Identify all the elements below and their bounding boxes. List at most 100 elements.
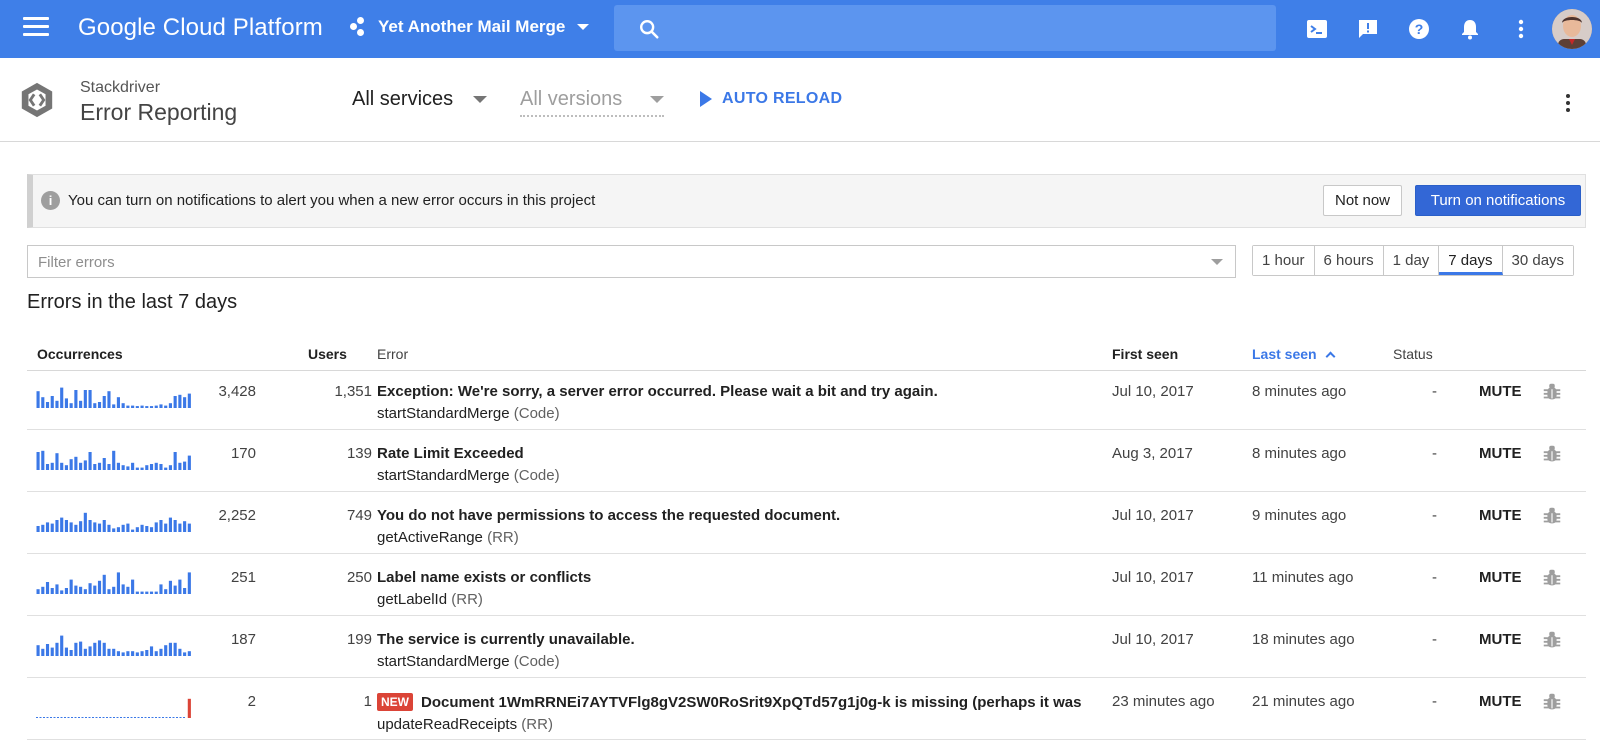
bug-icon[interactable] — [1541, 443, 1563, 465]
cloud-shell-icon[interactable] — [1305, 17, 1329, 41]
mute-button[interactable]: MUTE — [1479, 507, 1522, 524]
sparkline-bar — [45, 522, 50, 532]
notifications-bell-icon[interactable] — [1458, 17, 1482, 41]
table-row[interactable]: 2 1 NEW Document 1WmRRNEi7AYTVFlg8gV2SW0R… — [27, 678, 1586, 740]
sparkline-bar — [187, 572, 191, 594]
versions-selected: All versions — [520, 88, 623, 110]
error-title[interactable]: Rate Limit Exceeded — [377, 445, 1117, 462]
mute-button[interactable]: MUTE — [1479, 445, 1522, 462]
search-input[interactable] — [674, 13, 1264, 43]
range-option[interactable]: 1 hour — [1253, 246, 1315, 275]
sparkline-bar — [93, 464, 97, 470]
mute-button[interactable]: MUTE — [1479, 383, 1522, 400]
help-icon[interactable]: ? — [1407, 17, 1431, 41]
error-cell[interactable]: Rate Limit Exceeded startStandardMerge (… — [377, 445, 1117, 484]
bug-icon[interactable] — [1541, 505, 1563, 527]
sparkline-bar — [173, 642, 177, 656]
filter-errors-box[interactable] — [27, 245, 1236, 278]
bug-icon[interactable] — [1541, 381, 1563, 403]
sparkline-bar — [69, 650, 73, 656]
versions-dropdown[interactable]: All versions — [520, 88, 665, 117]
sparkline-bar — [178, 648, 182, 656]
project-name: Yet Another Mail Merge — [378, 17, 566, 36]
not-now-button[interactable]: Not now — [1323, 185, 1402, 216]
brand-title[interactable]: Google Cloud Platform — [78, 14, 323, 42]
error-cell[interactable]: NEW Document 1WmRRNEi7AYTVFlg8gV2SW0RoSri… — [377, 693, 1117, 733]
table-row[interactable]: 2,252 749 You do not have permissions to… — [27, 492, 1586, 554]
error-cell[interactable]: Label name exists or conflicts getLabelI… — [377, 569, 1117, 608]
col-error: Error — [377, 346, 409, 362]
bug-icon[interactable] — [1541, 691, 1563, 713]
more-vert-icon[interactable] — [1509, 17, 1533, 41]
range-option[interactable]: 6 hours — [1314, 246, 1384, 275]
auto-reload-button[interactable]: AUTO RELOAD — [700, 90, 842, 108]
sparkline-bar — [79, 400, 83, 408]
sparkline-bar — [74, 524, 78, 532]
sparkline-bar — [102, 458, 106, 470]
error-title[interactable]: You do not have permissions to access th… — [377, 507, 1117, 524]
error-title[interactable]: Exception: We're sorry, a server error o… — [377, 383, 1117, 400]
mute-button[interactable]: MUTE — [1479, 569, 1522, 586]
col-last-seen[interactable]: Last seen — [1252, 346, 1336, 362]
bug-icon[interactable] — [1541, 629, 1563, 651]
page-more-icon[interactable] — [1566, 94, 1572, 114]
source-tag: (Code) — [513, 467, 560, 484]
filter-dropdown-icon[interactable] — [1211, 259, 1223, 265]
user-avatar[interactable] — [1552, 9, 1592, 49]
table-row[interactable]: 251 250 Label name exists or conflicts g… — [27, 554, 1586, 616]
sparkline-bar — [83, 589, 87, 594]
range-option[interactable]: 7 days — [1439, 246, 1503, 275]
sparkline-bar — [173, 585, 177, 594]
table-row[interactable]: 170 139 Rate Limit Exceeded startStandar… — [27, 430, 1586, 492]
bug-icon[interactable] — [1541, 567, 1563, 589]
first-seen: 23 minutes ago — [1112, 693, 1215, 710]
mute-button[interactable]: MUTE — [1479, 693, 1522, 710]
sparkline-bar — [183, 652, 187, 656]
error-title[interactable]: NEW Document 1WmRRNEi7AYTVFlg8gV2SW0RoSri… — [377, 693, 1117, 711]
project-selector[interactable]: Yet Another Mail Merge — [350, 17, 590, 37]
chevron-down-icon — [577, 24, 590, 30]
sparkline-bar — [140, 591, 144, 594]
col-users[interactable]: Users — [308, 346, 347, 362]
error-title[interactable]: Label name exists or conflicts — [377, 569, 1117, 586]
range-option[interactable]: 1 day — [1383, 246, 1440, 275]
feedback-icon[interactable] — [1356, 17, 1380, 41]
col-occurrences[interactable]: Occurrences — [37, 346, 123, 362]
function-name: getLabelId — [377, 591, 448, 608]
sparkline-bar — [41, 586, 45, 594]
sparkline-bar — [60, 462, 64, 470]
turn-on-notifications-button[interactable]: Turn on notifications — [1415, 185, 1581, 216]
section-heading: Errors in the last 7 days — [27, 291, 238, 313]
filter-errors-input[interactable] — [38, 251, 1198, 273]
error-title[interactable]: The service is currently unavailable. — [377, 631, 1117, 648]
sparkline-bar — [135, 652, 139, 656]
table-row[interactable]: 187 199 The service is currently unavail… — [27, 616, 1586, 678]
sparkline-bar — [79, 521, 83, 532]
table-row[interactable]: 3,428 1,351 Exception: We're sorry, a se… — [27, 368, 1586, 430]
sparkline-bar — [64, 588, 68, 594]
dropdown-arrow-icon — [650, 96, 665, 103]
error-cell[interactable]: Exception: We're sorry, a server error o… — [377, 383, 1117, 422]
mute-button[interactable]: MUTE — [1479, 631, 1522, 648]
sparkline-bar — [121, 584, 125, 594]
sparkline-bar — [107, 391, 111, 408]
hamburger-menu-icon[interactable] — [23, 17, 49, 39]
error-cell[interactable]: You do not have permissions to access th… — [377, 507, 1117, 546]
error-cell[interactable]: The service is currently unavailable. st… — [377, 631, 1117, 670]
users-count: 1,351 — [334, 383, 372, 400]
sparkline-bar — [154, 522, 158, 532]
new-badge: NEW — [377, 693, 413, 711]
services-dropdown[interactable]: All services — [352, 88, 488, 111]
avatar-image — [1552, 9, 1592, 49]
range-option[interactable]: 30 days — [1502, 246, 1574, 275]
col-first-seen[interactable]: First seen — [1112, 346, 1178, 362]
sparkline-bar — [74, 456, 78, 470]
sparkline-bar — [164, 405, 168, 408]
sparkline-bar — [140, 467, 144, 470]
sparkline-bar — [159, 520, 163, 532]
function-name: getActiveRange — [377, 529, 483, 546]
services-selected: All services — [352, 88, 454, 110]
search-box[interactable] — [614, 5, 1276, 51]
occurrence-sparkline — [36, 698, 191, 718]
sparkline-bar — [41, 450, 45, 470]
